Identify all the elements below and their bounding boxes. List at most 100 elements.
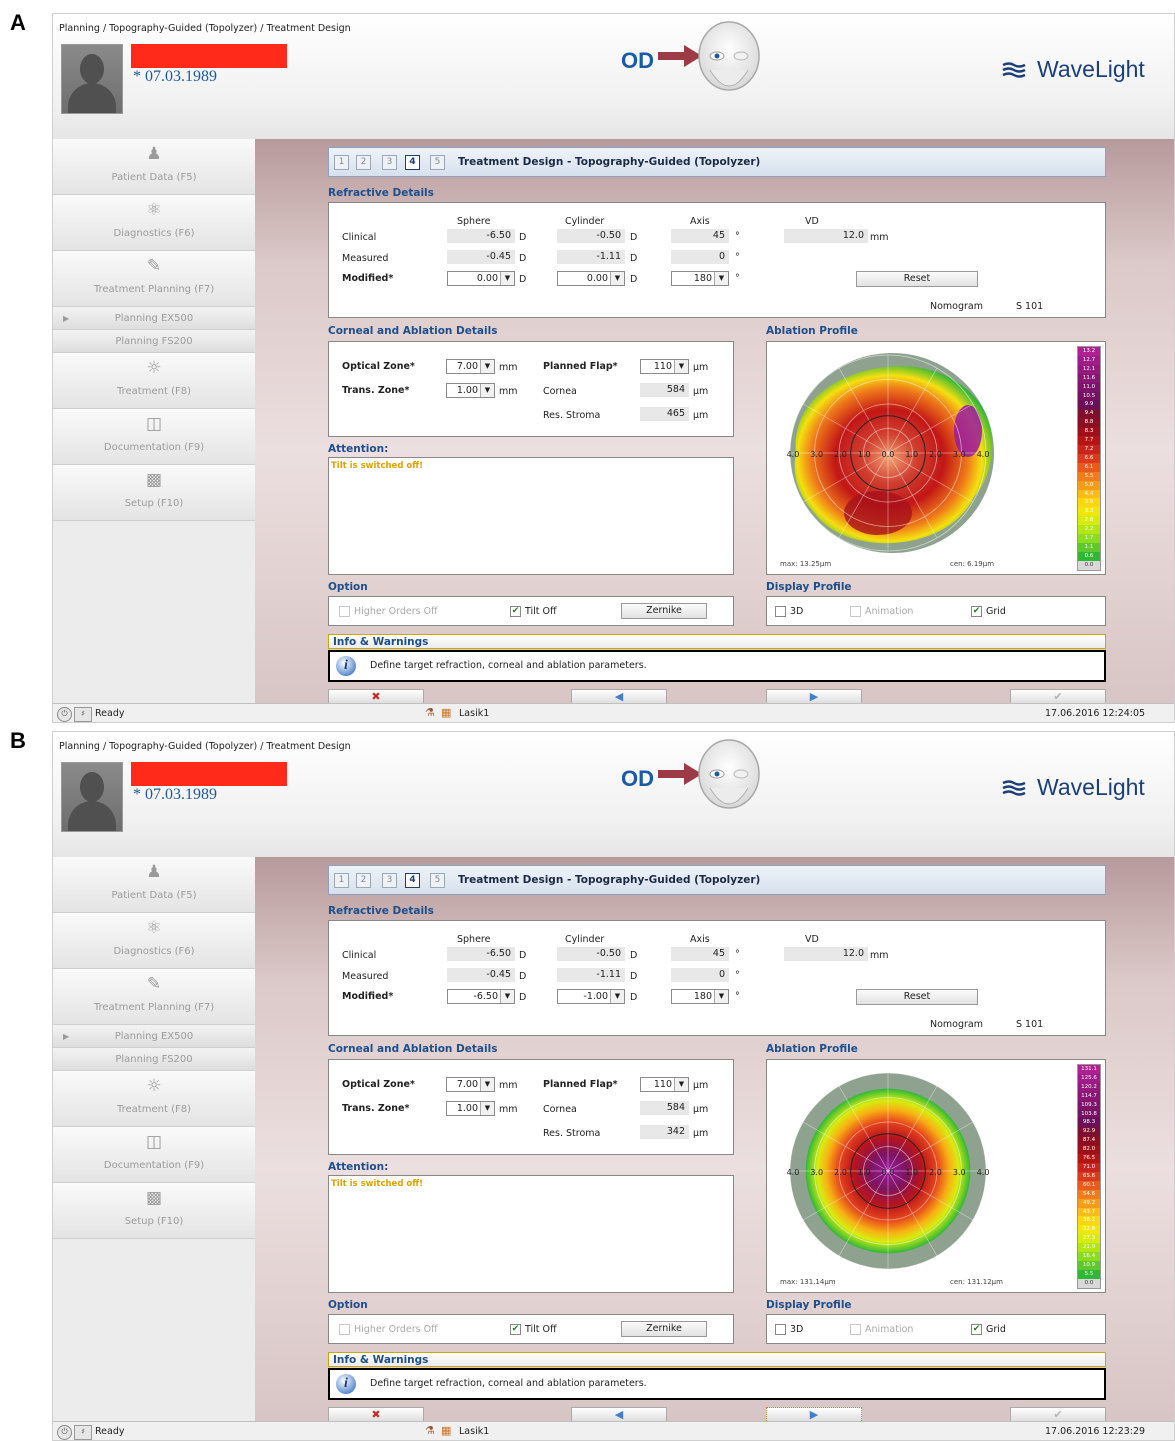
sidebar: ♟ Patient Data (F5) ⚛ Diagnostics (F6) ✎… bbox=[53, 857, 255, 1421]
nav-treatment[interactable]: ☼ Treatment (F8) bbox=[53, 353, 255, 409]
nav-treatment-planning[interactable]: ✎ Treatment Planning (F7) bbox=[53, 969, 255, 1025]
modified-sphere-dropdown[interactable]: -6.50 ▼ bbox=[447, 989, 515, 1004]
step-5-button[interactable]: 5 bbox=[430, 873, 445, 888]
zernike-button[interactable]: Zernike bbox=[621, 603, 707, 619]
tilt-off-label: Tilt Off bbox=[525, 1324, 557, 1335]
3d-label: 3D bbox=[790, 1324, 804, 1335]
nav-planning-fs200[interactable]: Planning FS200 bbox=[53, 330, 255, 353]
unit-mm: mm bbox=[499, 362, 518, 373]
color-scale-step: 1.7 bbox=[1078, 534, 1100, 543]
nav-setup[interactable]: ▩ Setup (F10) bbox=[53, 465, 255, 521]
trans-zone-label: Trans. Zone* bbox=[342, 1103, 410, 1114]
step-4-button[interactable]: 4 bbox=[405, 155, 420, 170]
optical-zone-dropdown[interactable]: 7.00 ▼ bbox=[446, 1077, 495, 1092]
grid-checkbox[interactable]: ✔ bbox=[971, 1324, 982, 1335]
color-scale-step: 76.5 bbox=[1078, 1154, 1100, 1163]
reset-button[interactable]: Reset bbox=[856, 989, 978, 1005]
power-icon[interactable]: ⏻ bbox=[57, 1425, 72, 1440]
nav-treatment-planning[interactable]: ✎ Treatment Planning (F7) bbox=[53, 251, 255, 307]
unit-d: D bbox=[630, 253, 638, 264]
higher-orders-checkbox[interactable] bbox=[339, 606, 350, 617]
res-stroma-value: 465 bbox=[640, 407, 689, 421]
modified-cylinder-dropdown[interactable]: 0.00 ▼ bbox=[557, 271, 625, 286]
trans-zone-dropdown[interactable]: 1.00 ▼ bbox=[446, 383, 495, 398]
row-clinical: Clinical bbox=[342, 950, 377, 961]
nav-planning-fs200[interactable]: Planning FS200 bbox=[53, 1048, 255, 1071]
axis-tick-label: 1.0 bbox=[858, 1168, 871, 1177]
measured-axis-value: 0 bbox=[671, 250, 729, 264]
corneal-box: Optical Zone* 7.00 ▼ mm Trans. Zone* 1.0… bbox=[328, 341, 734, 437]
speaker-icon[interactable]: ♯ bbox=[74, 1425, 92, 1440]
nav-patient-data[interactable]: ♟ Patient Data (F5) bbox=[53, 139, 255, 195]
clinical-cylinder-value: -0.50 bbox=[557, 229, 625, 243]
color-scale-step: 11.0 bbox=[1078, 382, 1100, 392]
modified-axis-dropdown[interactable]: 180 ▼ bbox=[671, 271, 729, 286]
step-4-button[interactable]: 4 bbox=[405, 873, 420, 888]
color-scale-step: 131.1 bbox=[1078, 1065, 1100, 1074]
optical-zone-dropdown[interactable]: 7.00 ▼ bbox=[446, 359, 495, 374]
modified-axis-dropdown[interactable]: 180 ▼ bbox=[671, 989, 729, 1004]
tilt-off-checkbox[interactable]: ✔ bbox=[510, 606, 521, 617]
caret-right-icon: ▶ bbox=[63, 314, 70, 323]
unit-degree: ° bbox=[735, 991, 740, 1002]
color-scale-step: 1.1 bbox=[1078, 542, 1100, 552]
trans-zone-dropdown[interactable]: 1.00 ▼ bbox=[446, 1101, 495, 1116]
display-profile-box: 3D Animation ✔ Grid bbox=[766, 596, 1106, 626]
modified-sphere-dropdown[interactable]: 0.00 ▼ bbox=[447, 271, 515, 286]
axis-tick-label: 2.0 bbox=[929, 450, 942, 459]
step-3-button[interactable]: 3 bbox=[382, 155, 397, 170]
grid-checkbox[interactable]: ✔ bbox=[971, 606, 982, 617]
step-1-button[interactable]: 1 bbox=[334, 873, 349, 888]
nav-label: Diagnostics (F6) bbox=[113, 228, 195, 239]
clinical-axis-value: 45 bbox=[671, 229, 729, 243]
nav-planning-ex500[interactable]: ▶ Planning EX500 bbox=[53, 1025, 255, 1048]
nav-label: Planning FS200 bbox=[115, 1054, 193, 1065]
unit-degree: ° bbox=[735, 970, 740, 981]
axis-tick-label: 1.0 bbox=[905, 1168, 918, 1177]
nav-planning-ex500[interactable]: ▶ Planning EX500 bbox=[53, 307, 255, 330]
col-vd: VD bbox=[805, 216, 819, 227]
nav-label: Planning EX500 bbox=[114, 313, 194, 324]
animation-checkbox[interactable] bbox=[850, 1324, 861, 1335]
refractive-box: Sphere Cylinder Axis VD Clinical -6.50 D… bbox=[328, 202, 1106, 318]
nav-treatment[interactable]: ☼ Treatment (F8) bbox=[53, 1071, 255, 1127]
nav-documentation[interactable]: ◫ Documentation (F9) bbox=[53, 409, 255, 465]
nav-label: Documentation (F9) bbox=[103, 442, 205, 453]
unit-d: D bbox=[519, 253, 527, 264]
modified-cylinder-dropdown[interactable]: -1.00 ▼ bbox=[557, 989, 625, 1004]
caret-right-icon: ▶ bbox=[63, 1032, 70, 1041]
page-title: Treatment Design - Topography-Guided (To… bbox=[458, 156, 761, 168]
nav-documentation[interactable]: ◫ Documentation (F9) bbox=[53, 1127, 255, 1183]
nav-setup[interactable]: ▩ Setup (F10) bbox=[53, 1183, 255, 1239]
nav-patient-data[interactable]: ♟ Patient Data (F5) bbox=[53, 857, 255, 913]
row-measured: Measured bbox=[342, 253, 389, 264]
step-5-button[interactable]: 5 bbox=[430, 155, 445, 170]
color-scale-step: 6.6 bbox=[1078, 453, 1100, 463]
step-1-button[interactable]: 1 bbox=[334, 155, 349, 170]
nav-diagnostics[interactable]: ⚛ Diagnostics (F6) bbox=[53, 195, 255, 251]
step-2-button[interactable]: 2 bbox=[356, 155, 371, 170]
color-scale-step: 98.3 bbox=[1078, 1118, 1100, 1128]
step-2-button[interactable]: 2 bbox=[356, 873, 371, 888]
3d-checkbox[interactable] bbox=[775, 606, 786, 617]
3d-checkbox[interactable] bbox=[775, 1324, 786, 1335]
info-warnings-heading: Info & Warnings bbox=[333, 1354, 429, 1366]
color-scale-step: 32.8 bbox=[1078, 1225, 1100, 1235]
planned-flap-dropdown[interactable]: 110 ▼ bbox=[640, 359, 689, 374]
higher-orders-checkbox[interactable] bbox=[339, 1324, 350, 1335]
clinical-sphere-value: -6.50 bbox=[447, 947, 515, 961]
display-profile-box: 3D Animation ✔ Grid bbox=[766, 1314, 1106, 1344]
nav-diagnostics[interactable]: ⚛ Diagnostics (F6) bbox=[53, 913, 255, 969]
color-scale-step: 71.0 bbox=[1078, 1162, 1100, 1172]
reset-button[interactable]: Reset bbox=[856, 271, 978, 287]
zernike-button[interactable]: Zernike bbox=[621, 1321, 707, 1337]
ablation-profile-box: 4.0 3.0 2.0 1.0 0.0 1.0 2.0 3.0 4.0 max: 13.25µm c… bbox=[766, 341, 1106, 575]
step-3-button[interactable]: 3 bbox=[382, 873, 397, 888]
documentation-icon: ◫ bbox=[145, 1132, 163, 1152]
cen-label: cen: 6.19µm bbox=[950, 560, 994, 568]
measured-axis-value: 0 bbox=[671, 968, 729, 982]
tilt-off-checkbox[interactable]: ✔ bbox=[510, 1324, 521, 1335]
animation-checkbox[interactable] bbox=[850, 606, 861, 617]
planned-flap-dropdown[interactable]: 110 ▼ bbox=[640, 1077, 689, 1092]
color-scale-step: 9.9 bbox=[1078, 400, 1100, 410]
